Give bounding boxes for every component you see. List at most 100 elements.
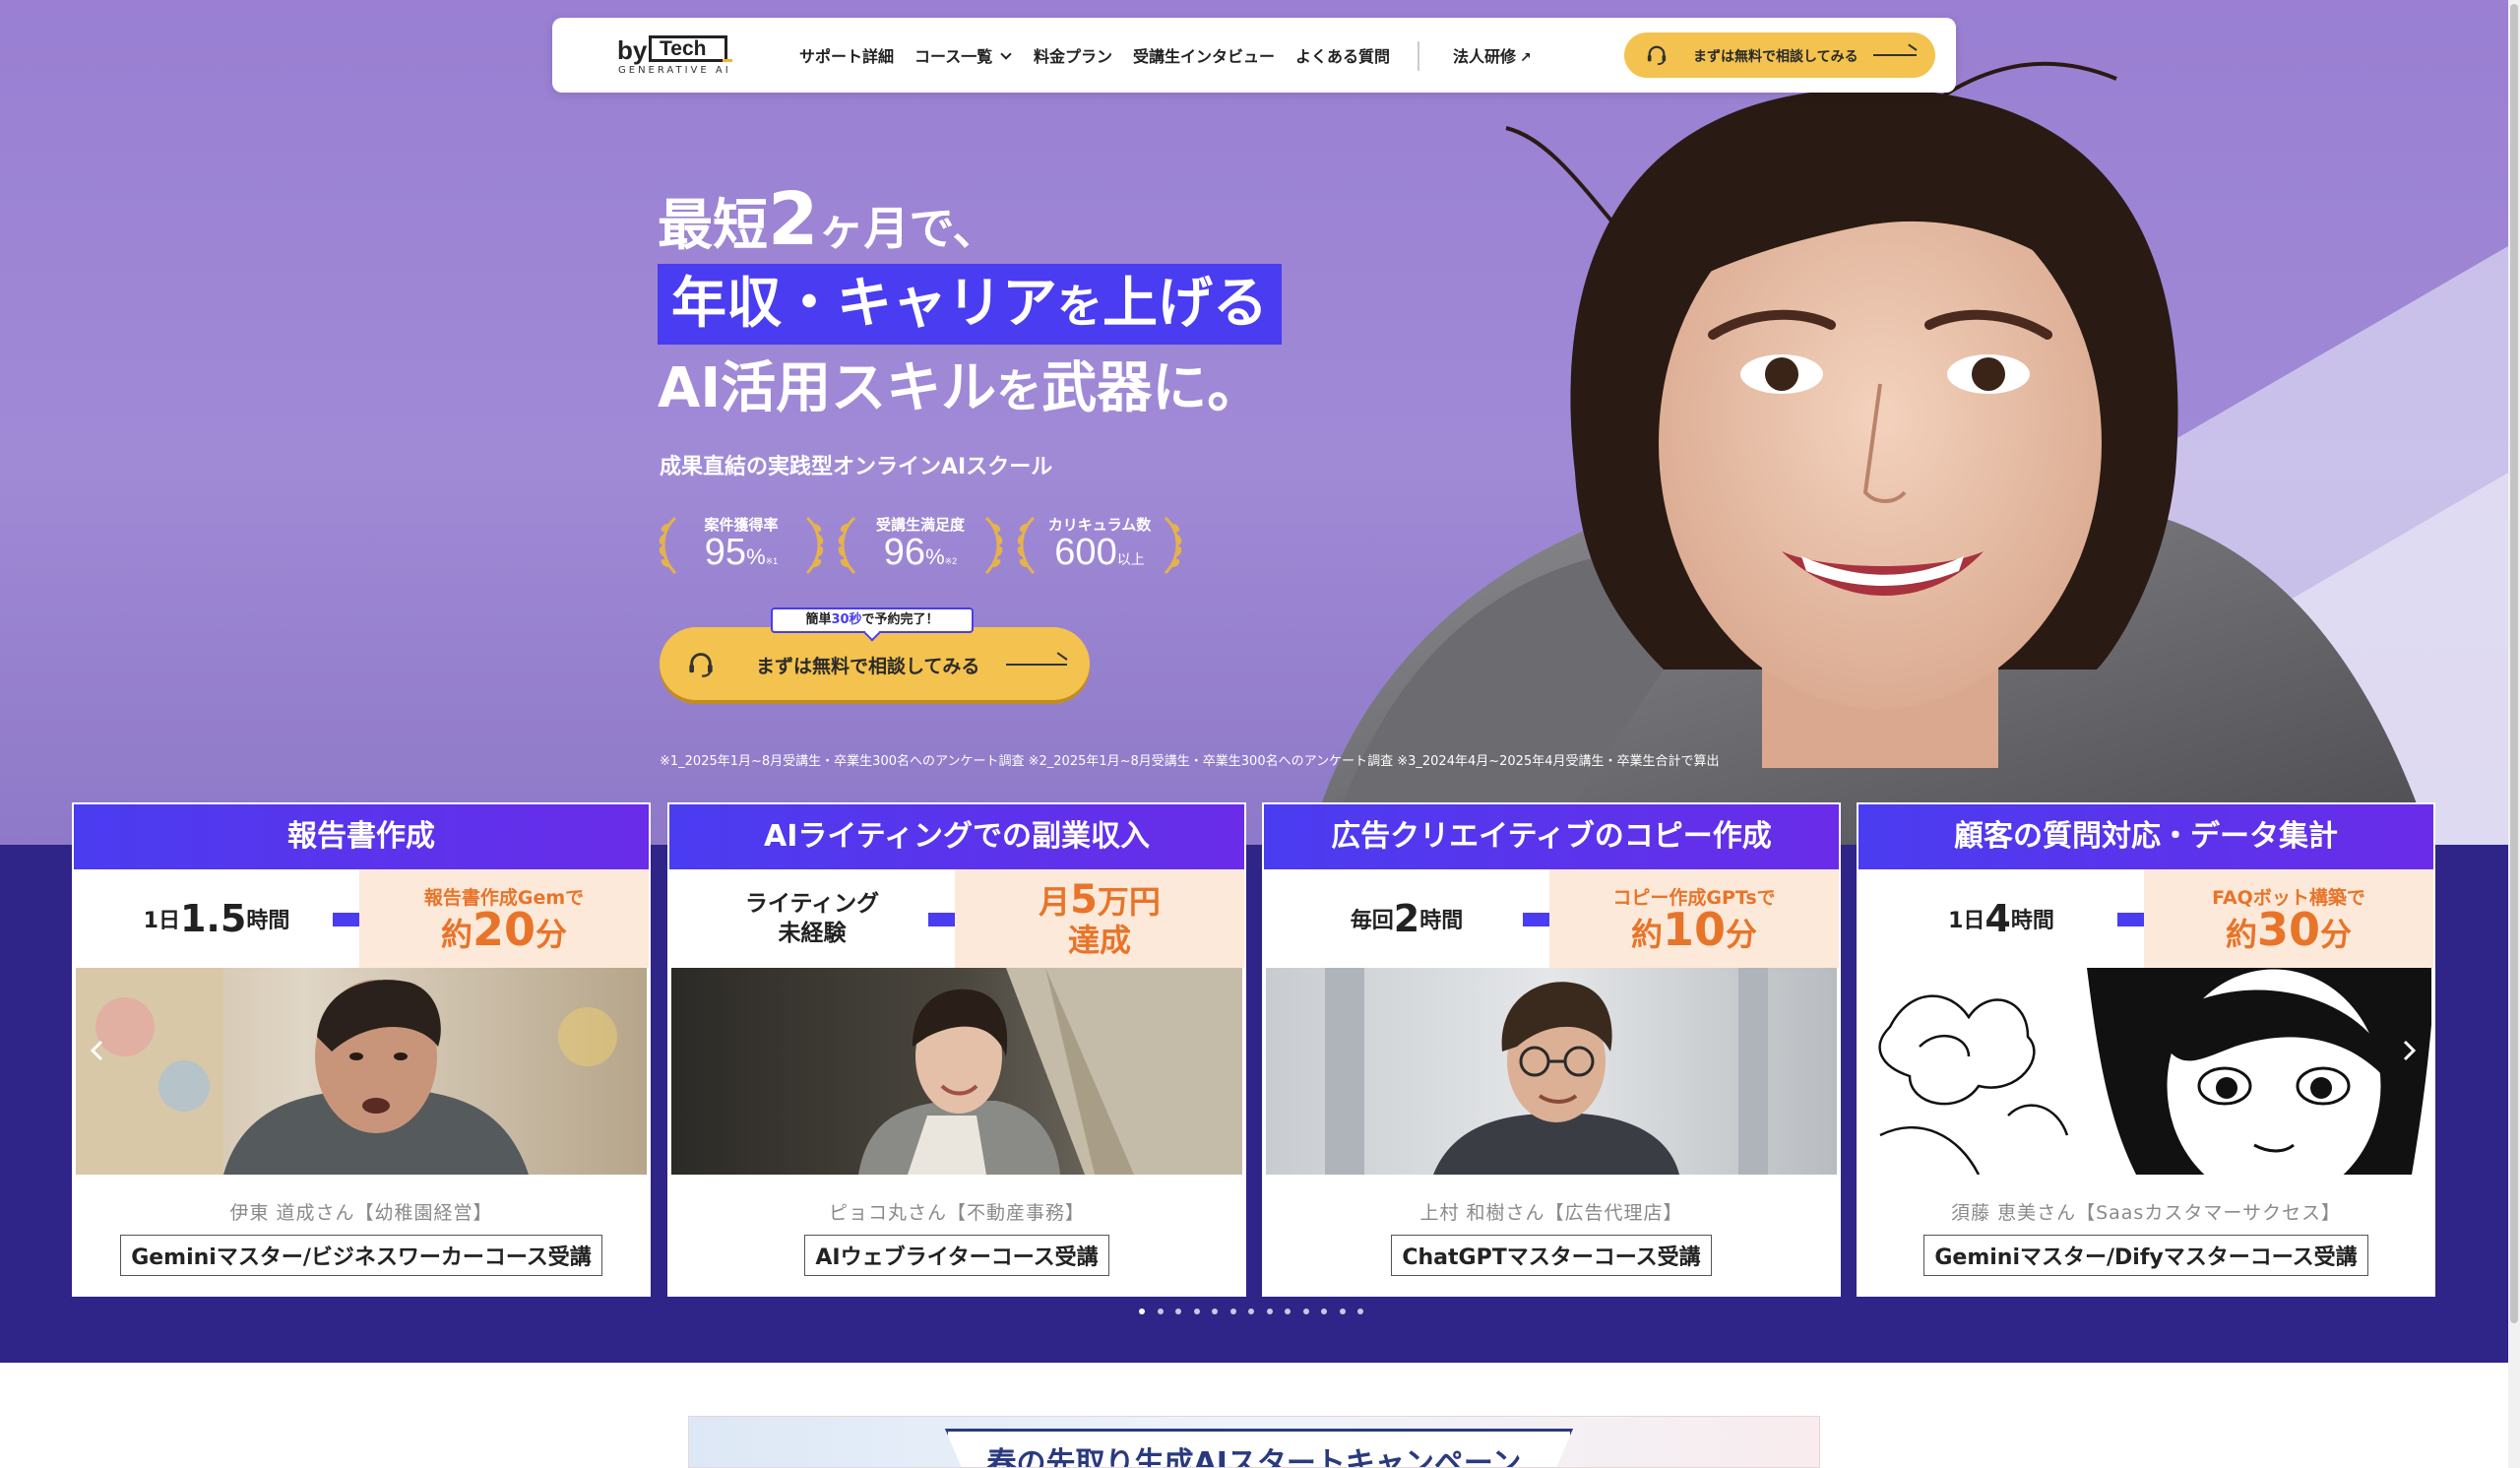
after-text: 約 <box>2225 916 2257 953</box>
nav-item-corporate[interactable]: 法人研修 ↗ <box>1453 43 1532 67</box>
carousel-dot[interactable] <box>1193 1308 1200 1314</box>
headline-text: ヶ月で、 <box>818 202 998 255</box>
carousel-dot[interactable] <box>1285 1308 1291 1314</box>
nav-divider <box>1418 41 1419 71</box>
case-card[interactable]: 広告クリエイティブのコピー作成 毎回 2 時間 コピー作成GPTsで 約10分 上村 … <box>1262 802 1841 1297</box>
after-number: 30 <box>2256 903 2320 956</box>
nav-item-pricing[interactable]: 料金プラン <box>1034 43 1112 67</box>
nav-item-courses[interactable]: コース一覧 <box>914 43 1012 67</box>
course-badge: Geminiマスター/Difyマスターコース受講 <box>1923 1235 2368 1276</box>
student-name: 伊東 道成さん【幼稚園経営】 <box>229 1202 493 1224</box>
course-badge: Geminiマスター/ビジネスワーカーコース受講 <box>120 1235 602 1276</box>
arrow-right-icon <box>1006 664 1067 666</box>
headline-line-3: AI活用スキルを武器に。 <box>658 347 1282 431</box>
after-text: 分 <box>2320 916 2353 953</box>
chevron-right-icon[interactable] <box>2394 1036 2424 1065</box>
hero-subtitle: 成果直結の実践型オンラインAIスクール <box>660 455 1053 479</box>
carousel-dot[interactable] <box>1139 1308 1145 1314</box>
tooltip-highlight: 30秒 <box>831 612 862 627</box>
before-text: 時間 <box>1419 909 1464 933</box>
chevron-down-icon <box>1000 48 1012 60</box>
stat-value: 96%※2 <box>837 532 1004 574</box>
stat-item: カリキュラム数 600以上 <box>1016 510 1183 579</box>
chevron-left-icon[interactable] <box>83 1036 112 1065</box>
card-comparison: 毎回 2 時間 コピー作成GPTsで 約10分 <box>1264 869 1839 968</box>
hero-headline: 最短2ヶ月で、 年収・キャリアを上げる AI活用スキルを武器に。 <box>658 177 1282 431</box>
after-number: 10 <box>1662 903 1726 956</box>
after-value: 月5万円 <box>955 880 1244 921</box>
stat-value: 95%※1 <box>658 532 825 574</box>
card-comparison: 1日 4 時間 FAQボット構築で 約30分 <box>1858 869 2433 968</box>
stat-number: 600 <box>1054 532 1117 573</box>
logo-subtitle: GENERATIVE AI <box>618 65 731 76</box>
carousel-dot[interactable] <box>1175 1308 1181 1314</box>
stat-number: 96 <box>883 532 926 573</box>
card-comparison: 1日 1.5 時間 報告書作成Gemで 約20分 <box>74 869 649 968</box>
card-after: FAQボット構築で 約30分 <box>2144 869 2433 968</box>
headline-text: AI活用スキル <box>658 356 997 420</box>
nav-item-support[interactable]: サポート詳細 <box>799 43 894 67</box>
student-name: ピョコ丸さん【不動産事務】 <box>828 1202 1085 1224</box>
nav-item-interview[interactable]: 受講生インタビュー <box>1133 43 1275 67</box>
after-value: 約20分 <box>359 907 649 954</box>
hero-cta-label: まずは無料で相談してみる <box>756 656 980 677</box>
before-text: ライティング 未経験 <box>744 891 880 946</box>
headline-highlight: 年収・キャリアを上げる <box>658 264 1282 345</box>
after-number: 5 <box>1070 877 1098 923</box>
card-before: ライティング 未経験 <box>669 869 955 968</box>
course-badge: ChatGPTマスターコース受講 <box>1391 1235 1712 1276</box>
card-before: 1日 1.5 時間 <box>74 869 359 968</box>
card-comparison: ライティング 未経験 月5万円 達成 <box>669 869 1244 968</box>
after-text: 約 <box>440 916 472 953</box>
card-photo <box>76 968 647 1175</box>
after-text: 達成 <box>1067 922 1131 959</box>
after-value: 約30分 <box>2144 907 2433 954</box>
card-before: 1日 4 時間 <box>1858 869 2144 968</box>
stat-note: ※2 <box>944 556 958 566</box>
carousel-dot[interactable] <box>1302 1308 1309 1314</box>
carousel-dot[interactable] <box>1229 1308 1236 1314</box>
card-photo <box>671 968 1242 1175</box>
headline-number: 2 <box>768 177 819 262</box>
bytech-logo[interactable]: by Tech GENERATIVE AI <box>617 33 732 77</box>
after-text: 万円 <box>1097 883 1161 921</box>
case-card[interactable]: 報告書作成 1日 1.5 時間 報告書作成Gemで 約20分 伊東 道成さん【幼稚園経… <box>72 802 651 1297</box>
nav-item-faq[interactable]: よくある質問 <box>1295 43 1390 67</box>
tooltip-text: 簡単 <box>805 612 832 627</box>
external-link-icon: ↗ <box>1520 50 1532 66</box>
card-after: 月5万円 達成 <box>955 869 1244 968</box>
nav-item-corporate-label: 法人研修 <box>1453 47 1517 66</box>
page-scrollbar[interactable] <box>2508 0 2520 1468</box>
after-text: 約 <box>1630 916 1663 953</box>
nav-cta-button[interactable]: まずは無料で相談してみる <box>1624 32 1935 78</box>
card-title: 広告クリエイティブのコピー作成 <box>1264 804 1839 869</box>
before-text: 1日 <box>1948 909 1985 933</box>
case-card[interactable]: 顧客の質問対応・データ集計 1日 4 時間 FAQボット構築で 約30分 須藤 恵美さ… <box>1857 802 2435 1297</box>
card-title: 報告書作成 <box>74 804 649 869</box>
carousel-dot[interactable] <box>1339 1308 1346 1314</box>
campaign-banner[interactable]: 春の先取り生成AIスタートキャンペーン <box>688 1416 1820 1468</box>
nav-item-courses-label: コース一覧 <box>914 47 993 66</box>
stat-item: 案件獲得率 95%※1 <box>658 510 825 579</box>
headline-text: 年収・キャリア <box>671 272 1057 336</box>
headline-text: を <box>1057 280 1102 333</box>
stat-unit: % <box>925 544 945 569</box>
after-text: 月 <box>1039 883 1071 921</box>
carousel-dot[interactable] <box>1321 1308 1327 1314</box>
carousel-dot[interactable] <box>1157 1308 1164 1314</box>
card-photo <box>1860 968 2431 1175</box>
before-text: 時間 <box>246 909 290 933</box>
case-card[interactable]: AIライティングでの副業収入 ライティング 未経験 月5万円 達成 ピョコ丸さん【… <box>667 802 1246 1297</box>
scrollbar-thumb[interactable] <box>2510 4 2518 1323</box>
carousel-dots <box>1139 1308 1375 1316</box>
carousel-dot[interactable] <box>1266 1308 1273 1314</box>
logo-tech: Tech <box>649 35 732 62</box>
stat-unit: % <box>746 544 766 569</box>
before-text: 時間 <box>2010 909 2054 933</box>
carousel-dot[interactable] <box>1248 1308 1254 1314</box>
carousel-dot[interactable] <box>1212 1308 1218 1314</box>
laurel-icon <box>805 516 824 575</box>
student-name: 須藤 恵美さん【Saasカスタマーサクセス】 <box>1951 1202 2341 1224</box>
carousel-dot[interactable] <box>1357 1308 1363 1314</box>
before-number: 2 <box>1393 897 1420 940</box>
